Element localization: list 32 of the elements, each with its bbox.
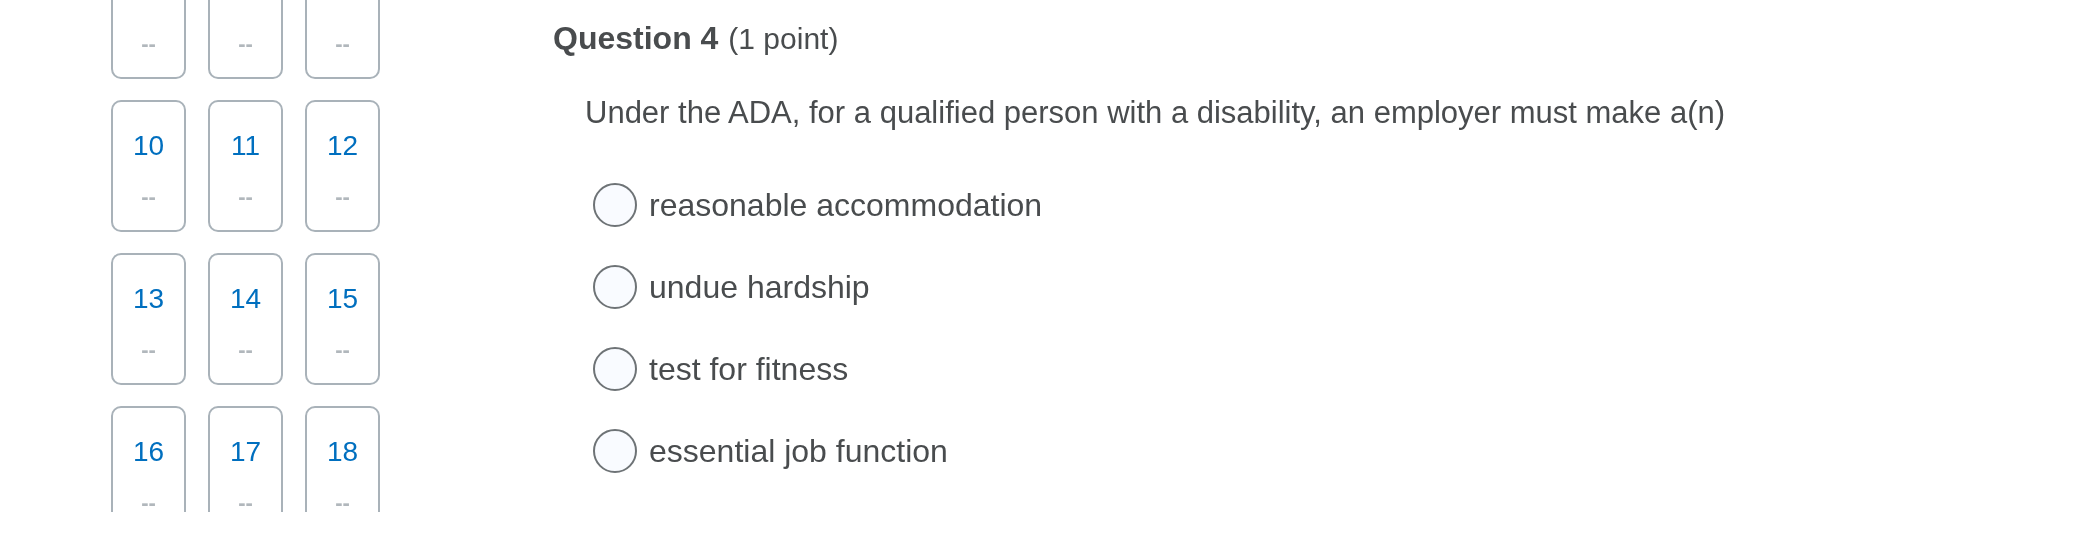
question-tile[interactable]: 16 --: [111, 406, 186, 512]
answer-option: essential job function: [649, 426, 948, 475]
question-tile[interactable]: 10 --: [111, 100, 186, 232]
question-tile[interactable]: 14 --: [208, 253, 283, 385]
unanswered-status: --: [238, 33, 253, 55]
radio-button[interactable]: [593, 428, 637, 473]
unanswered-status: --: [238, 186, 253, 208]
question-title: Question 4: [553, 19, 719, 58]
answer-option: undue hardship: [649, 262, 870, 311]
answer-option: reasonable accommodation: [649, 180, 1043, 229]
question-tile[interactable]: 12 --: [305, 100, 380, 232]
unanswered-status: --: [335, 339, 350, 361]
answer-option: test for fitness: [649, 344, 849, 393]
radio-button[interactable]: [593, 182, 637, 227]
unanswered-status: --: [141, 339, 156, 361]
unanswered-status: --: [141, 33, 156, 55]
unanswered-status: --: [335, 186, 350, 208]
question-prompt: Under the ADA, for a qualified person with a disability, an employer must make a(n): [585, 94, 1726, 132]
unanswered-status: --: [238, 492, 253, 512]
unanswered-status: --: [238, 339, 253, 361]
unanswered-status: --: [335, 492, 350, 512]
unanswered-status: --: [141, 186, 156, 208]
question-tile[interactable]: 13 --: [111, 253, 186, 385]
radio-button[interactable]: [593, 346, 637, 391]
question-tile[interactable]: 18 --: [305, 406, 380, 512]
question-tile[interactable]: 17 --: [208, 406, 283, 512]
radio-button[interactable]: [593, 264, 637, 309]
question-tile[interactable]: 15 --: [305, 253, 380, 385]
question-points: (1 point): [728, 21, 839, 57]
unanswered-status: --: [335, 33, 350, 55]
unanswered-status: --: [141, 492, 156, 512]
question-tile[interactable]: 11 --: [208, 100, 283, 232]
